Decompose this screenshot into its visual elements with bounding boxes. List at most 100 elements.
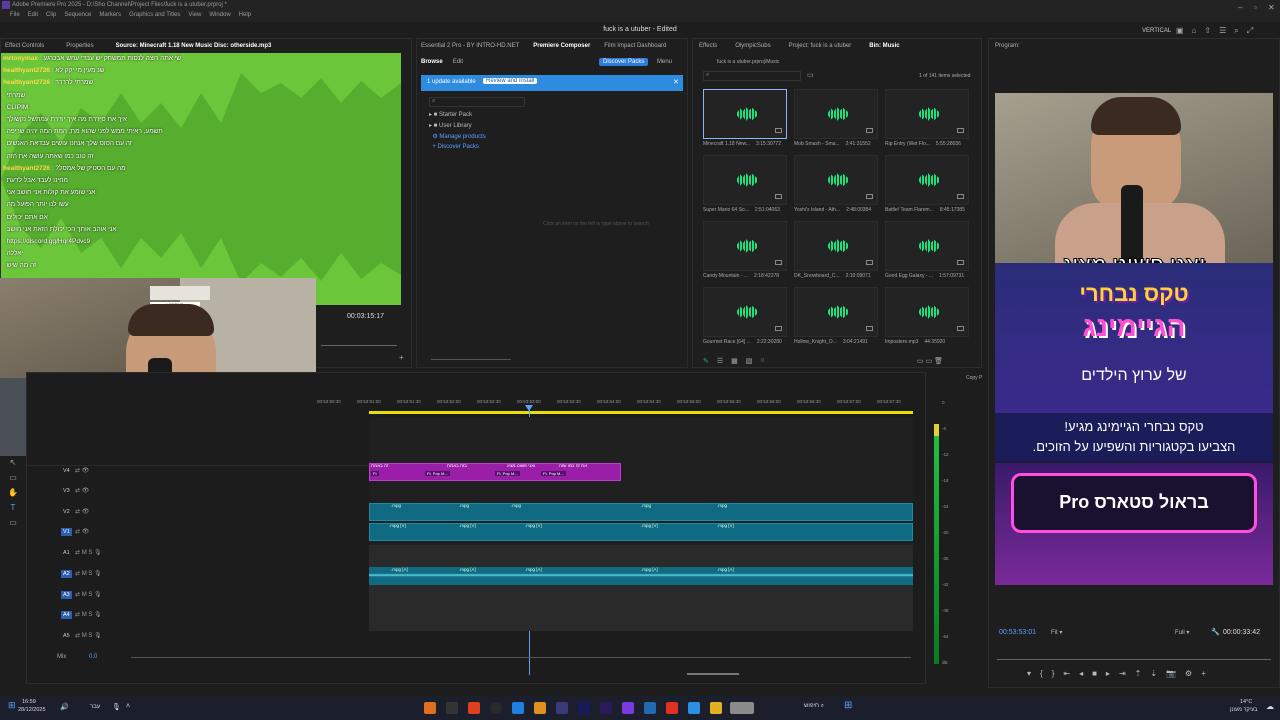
taskbar-app-5-icon[interactable] <box>512 702 524 714</box>
workspace-label[interactable]: VERTICAL <box>1142 28 1171 34</box>
add-marker-icon[interactable]: ▾ <box>1027 669 1031 678</box>
zoom-slider-icon[interactable]: ○ <box>760 357 764 365</box>
new-bin-icon[interactable]: ▭ <box>807 71 814 79</box>
timeline-zoom-scrollbar[interactable] <box>687 673 739 675</box>
menu-clip[interactable]: Clip <box>46 12 56 18</box>
track-label[interactable]: V4 <box>61 467 72 475</box>
menu-markers[interactable]: Markers <box>99 12 121 18</box>
tree-user-library[interactable]: ▸ ■ User Library <box>429 122 486 129</box>
bin-item[interactable]: Yoshi's Island - Ath... 2:48:00384 <box>794 155 878 217</box>
taskbar-app-2-icon[interactable] <box>446 702 458 714</box>
track-label[interactable]: A4 <box>61 611 72 619</box>
bin-item[interactable]: Gourmet Race [64] ... 2:22:30280 <box>703 287 787 349</box>
taskbar-folder-icon[interactable] <box>710 702 722 714</box>
video-track-header[interactable]: V1 ⇄ 👁 <box>55 526 155 544</box>
close-icon[interactable]: ✕ <box>1268 3 1275 12</box>
track-visibility-icon[interactable]: ⇄ 👁 <box>75 467 89 474</box>
graphic-clip-4[interactable]: Ft. Pop M... <box>541 471 566 476</box>
plus-icon[interactable]: + <box>1201 669 1206 678</box>
taskbar-app-9-icon[interactable] <box>644 702 656 714</box>
audio-track-header[interactable]: A5 ⇄ M S 🎙 <box>55 630 155 648</box>
bin-item[interactable]: Candy Mountain - ... 2:18:42278 <box>703 221 787 283</box>
tab-essential[interactable]: Essential 2 Pro - BY INTRO-HD.NET <box>421 43 519 49</box>
program-scrubber[interactable] <box>997 659 1271 660</box>
menu-window[interactable]: Window <box>209 12 230 18</box>
rectangle-tool-icon[interactable]: ▭ <box>9 518 17 527</box>
step-forward-icon[interactable]: ▸ <box>1106 669 1110 678</box>
mark-out-icon[interactable]: } <box>1052 669 1055 678</box>
mark-in-icon[interactable]: { <box>1040 669 1043 678</box>
go-to-in-icon[interactable]: ⇤ <box>1063 669 1070 678</box>
audio-track-header[interactable]: A4 ⇄ M S 🎙 <box>55 609 155 627</box>
lift-icon[interactable]: ⇡ <box>1135 669 1142 678</box>
discover-packs-button[interactable]: Discover Packs <box>599 58 649 66</box>
track-label[interactable]: V2 <box>61 508 72 516</box>
menu-graphics[interactable]: Graphics and Titles <box>129 12 180 18</box>
audio-track-header[interactable]: A1 ⇄ M S 🎙 <box>55 547 155 565</box>
track-select-icon[interactable]: ▭ <box>9 473 17 482</box>
menu-sequence[interactable]: Sequence <box>64 12 91 18</box>
settings-icon[interactable]: ⚙ <box>1185 669 1192 678</box>
taskbar-app-6-icon[interactable] <box>534 702 546 714</box>
taskbar-app-8-icon[interactable] <box>622 702 634 714</box>
tab-bin-music[interactable]: Bin: Music <box>869 43 899 49</box>
ripple-edit-icon[interactable]: ✋ <box>8 488 18 497</box>
menu-icon[interactable]: ☰ <box>1219 26 1226 36</box>
tab-olympicsubs[interactable]: OlympicSubs <box>735 43 770 49</box>
bin-item[interactable]: Super Mario 64 So... 2:51:04063 <box>703 155 787 217</box>
bin-item[interactable]: DK_Snowboard_C... 2:10:09071 <box>794 221 878 283</box>
home-icon[interactable]: ⌂ <box>1192 26 1197 36</box>
bin-search-input[interactable]: ⌕ <box>703 71 801 81</box>
track-label[interactable]: A5 <box>61 632 72 640</box>
tab-effects[interactable]: Effects <box>699 43 717 49</box>
tab-film-impact[interactable]: Film Impact Dashboard <box>604 43 666 49</box>
mix-level[interactable] <box>131 657 911 658</box>
taskbar-app-1-icon[interactable] <box>424 702 436 714</box>
thumbnail-size-slider[interactable] <box>431 359 511 360</box>
fullscreen-icon[interactable]: ⤢ <box>1247 26 1253 36</box>
track-visibility-icon[interactable]: ⇄ 👁 <box>75 508 89 515</box>
tab-premiere-composer[interactable]: Premiere Composer <box>533 43 590 49</box>
video-track-header[interactable]: V3 ⇄ 👁 <box>55 485 155 503</box>
track-label[interactable]: A2 <box>61 570 72 578</box>
menu-help[interactable]: Help <box>239 12 251 18</box>
close-banner-icon[interactable]: ✕ <box>673 78 679 86</box>
taskbar-app-3-icon[interactable] <box>468 702 480 714</box>
taskbar-brave-icon[interactable] <box>666 702 678 714</box>
export-frame-icon[interactable]: 📷 <box>1166 669 1176 678</box>
bin-item[interactable]: Minecraft 1.18 New... 3:15:30772 <box>703 89 787 151</box>
video-track-header[interactable]: V2 ⇄ 👁 <box>55 506 155 524</box>
play-icon[interactable]: ■ <box>1092 669 1097 678</box>
minimize-icon[interactable]: – <box>1238 3 1242 12</box>
composer-search-input[interactable]: ⌕ <box>429 97 525 107</box>
track-visibility-icon[interactable]: ⇄ 👁 <box>75 487 89 494</box>
windows-start-icon[interactable]: ⊞ <box>8 700 16 711</box>
track-label[interactable]: A3 <box>61 591 72 599</box>
tab-project[interactable]: Project: fuck is a utuber <box>789 43 852 49</box>
tree-discover-packs[interactable]: + Discover Packs <box>429 144 486 150</box>
selection-tool-icon[interactable]: ↖ <box>10 458 17 467</box>
taskbar-app-11-icon[interactable] <box>730 702 754 714</box>
video-track-header[interactable]: V4 ⇄ 👁 <box>55 465 155 483</box>
track-label[interactable]: A1 <box>61 549 72 557</box>
timeline-ruler[interactable]: 00:53:50:30 00:53:51:00 00:53:51:30 00:53:5… <box>317 399 913 411</box>
menu-view[interactable]: View <box>188 12 201 18</box>
track-mute-solo-icon[interactable]: ⇄ M S 🎙 <box>75 611 102 618</box>
menu-file[interactable]: File <box>10 12 20 18</box>
search-icon[interactable]: ⌕ <box>1234 26 1238 36</box>
workspace-icon[interactable]: ▣ <box>1176 26 1184 36</box>
graphic-clip-1[interactable]: Ft <box>371 471 379 476</box>
tab-edit[interactable]: Edit <box>453 59 463 65</box>
maximize-icon[interactable]: ▫ <box>1254 3 1257 12</box>
audio-track-header[interactable]: A2 ⇄ M S 🎙 <box>55 568 155 586</box>
freeform-view-icon[interactable]: ▧ <box>746 357 753 365</box>
audio-track-header[interactable]: A3 ⇄ M S 🎙 <box>55 589 155 607</box>
bin-item[interactable]: Battle! Team Flarem... 8:45:17385 <box>885 155 969 217</box>
wrench-icon[interactable]: 🔧 <box>1211 628 1220 636</box>
fit-dropdown[interactable]: Fit ▾ <box>1051 629 1062 636</box>
track-label[interactable]: V3 <box>61 487 72 495</box>
track-mute-solo-icon[interactable]: ⇄ M S 🎙 <box>75 591 102 598</box>
new-item-icon[interactable]: ▭ ▭ 🗑 <box>917 357 943 365</box>
track-visibility-icon[interactable]: ⇄ 👁 <box>75 528 89 535</box>
add-marker-icon[interactable]: + <box>399 353 404 362</box>
